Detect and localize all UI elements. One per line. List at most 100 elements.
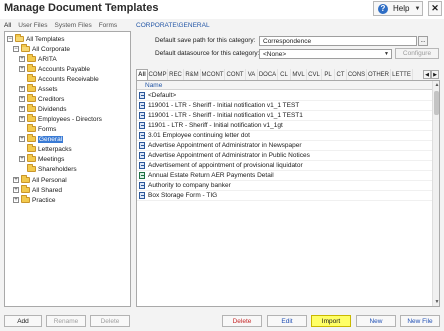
expand-icon[interactable]: +	[19, 66, 25, 72]
category-tree[interactable]: − All Templates − All Corporate + ARITA …	[4, 31, 131, 307]
delete-folder-button[interactable]: Delete	[90, 315, 130, 327]
folder-icon	[27, 84, 36, 92]
expand-icon[interactable]: +	[13, 197, 19, 203]
tree-node-all-personal[interactable]: + All Personal	[13, 175, 67, 185]
tree-node-label: All Templates	[26, 35, 65, 43]
expand-icon[interactable]: +	[19, 96, 25, 102]
tab-cl[interactable]: CL	[278, 69, 291, 80]
tree-node-practice[interactable]: + Practice	[13, 195, 55, 205]
collapse-icon[interactable]: −	[7, 36, 13, 42]
tabs-scroll-right-button[interactable]: ▶	[431, 70, 439, 79]
tab-all[interactable]: All	[136, 69, 148, 80]
tab-rec[interactable]: REC	[168, 69, 184, 80]
tab-cont[interactable]: CONT	[225, 69, 246, 80]
word-doc-icon	[139, 102, 145, 109]
expand-icon[interactable]: +	[13, 177, 19, 183]
expand-icon[interactable]: +	[19, 106, 25, 112]
expand-icon[interactable]: +	[19, 56, 25, 62]
collapse-icon[interactable]: −	[13, 46, 19, 52]
tree-node-employees-directors[interactable]: + Employees - Directors	[19, 114, 102, 124]
list-item[interactable]: Annual Estate Return AER Payments Detail	[137, 171, 432, 181]
tab-mvl[interactable]: MVL	[291, 69, 307, 80]
edit-template-button[interactable]: Edit	[267, 315, 307, 327]
template-name: 119001 - LTR - Sheriff - Initial notific…	[148, 102, 300, 109]
folder-icon	[27, 124, 36, 132]
tree-node-forms[interactable]: Forms	[19, 124, 56, 134]
tab-other[interactable]: OTHER	[367, 69, 391, 80]
import-template-button[interactable]: Import	[311, 315, 351, 327]
expand-icon[interactable]: +	[13, 187, 19, 193]
expand-icon[interactable]: +	[19, 116, 25, 122]
expand-icon[interactable]: +	[19, 86, 25, 92]
tree-node-label: Letterpacks	[38, 145, 72, 153]
list-item[interactable]: Advertisement of appointment of provisio…	[137, 161, 432, 171]
tree-node-accounts-payable[interactable]: + Accounts Payable	[19, 64, 90, 74]
list-item[interactable]: Box Storage Form - TIG	[137, 191, 432, 201]
list-item[interactable]: Advertise Appointment of Administrator i…	[137, 151, 432, 161]
tab-cvl[interactable]: CVL	[307, 69, 322, 80]
tree-node-letterpacks[interactable]: Letterpacks	[19, 144, 72, 154]
tab-mcont[interactable]: MCONT	[201, 69, 225, 80]
tab-ct[interactable]: CT	[335, 69, 347, 80]
tree-node-all-corporate[interactable]: − All Corporate	[13, 44, 70, 54]
list-item[interactable]: 11901 - LTR - Sheriff - Initial notifica…	[137, 121, 432, 131]
tab-system-files[interactable]: System Files	[55, 22, 92, 29]
list-item[interactable]: Advertise Appointment of Administrator i…	[137, 141, 432, 151]
scrollbar-thumb[interactable]	[434, 91, 439, 115]
tab-pl[interactable]: PL	[322, 69, 335, 80]
tab-letter[interactable]: LETTE	[391, 69, 413, 80]
list-item[interactable]: 119001 - LTR - Sheriff - Initial notific…	[137, 101, 432, 111]
tree-node-shareholders[interactable]: Shareholders	[19, 164, 77, 174]
help-button[interactable]: ? Help ▼	[373, 1, 423, 16]
tree-node-assets[interactable]: + Assets	[19, 84, 58, 94]
folder-icon	[27, 74, 36, 82]
template-name: 119001 - LTR - Sheriff - Initial notific…	[148, 112, 303, 119]
expand-icon[interactable]: +	[19, 136, 25, 142]
folder-icon	[21, 185, 30, 193]
template-name: 3.01 Employee continuing letter dot	[148, 132, 250, 139]
tree-node-label: All Corporate	[32, 45, 70, 53]
rename-folder-button[interactable]: Rename	[46, 315, 86, 327]
list-scrollbar[interactable]: ▲ ▼	[432, 81, 439, 306]
tree-node-general[interactable]: + General	[19, 134, 64, 144]
close-button[interactable]: ✕	[428, 1, 442, 16]
tab-user-files[interactable]: User Files	[18, 22, 47, 29]
new-template-button[interactable]: New	[356, 315, 396, 327]
tab-cons[interactable]: CONS	[347, 69, 367, 80]
new-file-button[interactable]: New File	[400, 315, 440, 327]
add-folder-button[interactable]: Add	[4, 315, 42, 327]
list-item[interactable]: <Default>	[137, 91, 432, 101]
tree-node-all-templates[interactable]: − All Templates	[7, 34, 65, 44]
tab-forms[interactable]: Forms	[99, 22, 117, 29]
tabs-scroll-left-button[interactable]: ◀	[423, 70, 431, 79]
scroll-up-icon[interactable]: ▲	[433, 81, 439, 89]
list-item[interactable]: 3.01 Employee continuing letter dot	[137, 131, 432, 141]
expand-icon[interactable]: +	[19, 156, 25, 162]
list-item[interactable]: 119001 - LTR - Sheriff - Initial notific…	[137, 111, 432, 121]
tree-node-dividends[interactable]: + Dividends	[19, 104, 67, 114]
browse-button[interactable]: ...	[418, 36, 428, 46]
save-path-input[interactable]: Correspondence	[259, 36, 417, 46]
tree-node-arita[interactable]: + ARITA	[19, 54, 57, 64]
template-list[interactable]: Name <Default> 119001 - LTR - Sheriff - …	[136, 80, 440, 307]
word-doc-icon	[139, 112, 145, 119]
tab-doca[interactable]: DOCA	[258, 69, 278, 80]
tab-va[interactable]: VA	[246, 69, 258, 80]
datasource-select[interactable]: <None> ▼	[259, 49, 392, 59]
column-header-name[interactable]: Name	[137, 81, 432, 90]
list-item[interactable]: Authority to company banker	[137, 181, 432, 191]
tab-comp[interactable]: COMP	[148, 69, 168, 80]
delete-template-button[interactable]: Delete	[222, 315, 262, 327]
tab-rm[interactable]: R&M	[184, 69, 201, 80]
configure-button[interactable]: Configure	[395, 48, 439, 59]
word-doc-icon	[139, 182, 145, 189]
tree-node-creditors[interactable]: + Creditors	[19, 94, 64, 104]
tree-node-all-shared[interactable]: + All Shared	[13, 185, 62, 195]
scroll-down-icon[interactable]: ▼	[433, 298, 439, 306]
folder-icon	[27, 134, 36, 142]
tab-all-files[interactable]: All	[4, 22, 11, 29]
tree-node-meetings[interactable]: + Meetings	[19, 154, 64, 164]
tree-node-accounts-receivable[interactable]: Accounts Receivable	[19, 74, 99, 84]
